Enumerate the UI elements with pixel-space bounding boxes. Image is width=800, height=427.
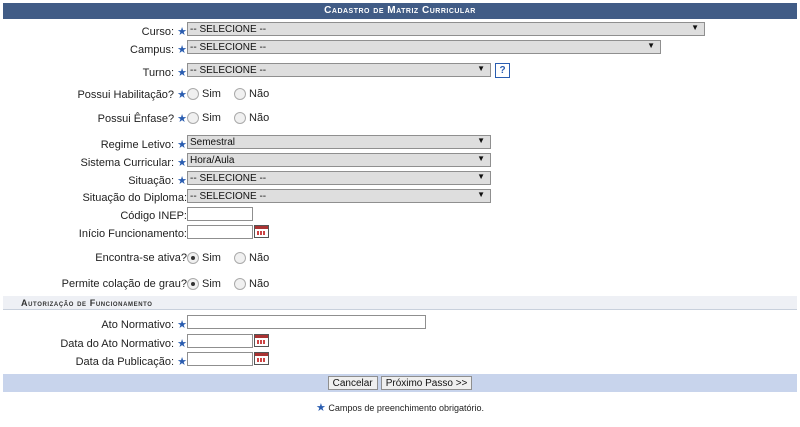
colacao-nao-radio[interactable] — [234, 278, 247, 291]
turno-label: Turno: — [142, 67, 175, 79]
codigo-inep-input[interactable] — [187, 207, 253, 221]
radio-label: Sim — [202, 88, 221, 101]
required-star-icon: ★ — [177, 356, 187, 368]
data-publicacao-label: Data da Publicação: — [75, 356, 175, 368]
ativa-nao-radio[interactable] — [234, 252, 247, 265]
form-footer: Cancelar Próximo Passo >> — [3, 374, 797, 392]
autorizacao-section-title: Autorização de Funcionamento — [3, 296, 797, 310]
row-ato-normativo: Ato Normativo: ★ — [3, 315, 797, 333]
inicio-label: Início Funcionamento: — [78, 228, 187, 240]
situacao-label: Situação: — [128, 175, 175, 187]
situacao-select[interactable]: -- SELECIONE -- — [187, 171, 491, 185]
habilitacao-sim-radio[interactable] — [187, 88, 199, 101]
row-situacao: Situação: ★ -- SELECIONE -- ▼ — [3, 171, 797, 189]
radio-label: Sim — [202, 252, 221, 265]
enfase-sim-radio[interactable] — [187, 112, 199, 125]
sistema-select[interactable]: Hora/Aula — [187, 153, 491, 167]
required-star-icon: ★ — [177, 44, 187, 56]
sistema-label: Sistema Curricular: — [80, 157, 175, 169]
calendar-icon[interactable] — [254, 334, 269, 348]
row-data-publicacao: Data da Publicação: ★ — [3, 352, 797, 370]
row-sistema: Sistema Curricular: ★ Hora/Aula ▼ — [3, 153, 797, 171]
required-star-icon: ★ — [177, 67, 187, 79]
form-caption: Cadastro de Matriz Curricular — [3, 3, 797, 19]
required-note-text: Campos de preenchimento obrigatório. — [328, 403, 484, 413]
data-ato-input[interactable] — [187, 334, 253, 348]
required-star-icon: ★ — [177, 139, 187, 151]
enfase-label: Possui Ênfase? — [97, 113, 175, 125]
help-icon[interactable]: ? — [495, 63, 510, 78]
row-colacao: Permite colação de grau? Sim Não — [3, 275, 797, 293]
radio-label: Não — [249, 252, 270, 265]
form-panel: Cadastro de Matriz Curricular Curso: ★ -… — [3, 3, 797, 392]
cancel-button[interactable]: Cancelar — [327, 376, 378, 390]
ativa-label: Encontra-se ativa? — [95, 252, 187, 264]
codigo-inep-label: Código INEP: — [120, 210, 187, 222]
row-enfase: Possui Ênfase? ★ Sim Não — [3, 109, 797, 127]
required-star-icon: ★ — [177, 319, 187, 331]
radio-label: Sim — [202, 278, 221, 291]
row-inicio: Início Funcionamento: — [3, 225, 797, 243]
required-star-icon: ★ — [177, 157, 187, 169]
regime-label: Regime Letivo: — [100, 139, 175, 151]
ativa-sim-radio[interactable] — [187, 252, 199, 265]
required-star-icon: ★ — [177, 113, 187, 125]
radio-label: Sim — [202, 112, 221, 125]
colacao-label: Permite colação de grau? — [61, 278, 187, 290]
data-ato-label: Data do Ato Normativo: — [60, 338, 175, 350]
required-star-icon: ★ — [177, 89, 187, 101]
calendar-icon[interactable] — [254, 225, 269, 239]
radio-label: Não — [249, 112, 270, 125]
required-star-icon: ★ — [316, 402, 326, 414]
required-star-icon: ★ — [177, 175, 187, 187]
row-curso: Curso: ★ -- SELECIONE -- ▼ — [3, 22, 797, 40]
radio-label: Não — [249, 88, 270, 101]
habilitacao-nao-radio[interactable] — [234, 88, 247, 101]
situacao-diploma-select[interactable]: -- SELECIONE -- — [187, 189, 491, 203]
required-star-icon: ★ — [177, 26, 187, 38]
ato-normativo-label: Ato Normativo: — [101, 319, 175, 331]
turno-select[interactable]: -- SELECIONE -- — [187, 63, 491, 77]
inicio-date-input[interactable] — [187, 225, 253, 239]
next-step-button[interactable]: Próximo Passo >> — [380, 376, 473, 390]
row-data-ato: Data do Ato Normativo: ★ — [3, 334, 797, 352]
required-note: ★ Campos de preenchimento obrigatório. — [0, 401, 800, 414]
row-situacao-diploma: Situação do Diploma: -- SELECIONE -- ▼ — [3, 189, 797, 207]
situacao-diploma-label: Situação do Diploma: — [82, 192, 187, 204]
curso-label: Curso: — [141, 26, 175, 38]
enfase-nao-radio[interactable] — [234, 112, 247, 125]
data-publicacao-input[interactable] — [187, 352, 253, 366]
required-star-icon: ★ — [177, 338, 187, 350]
row-campus: Campus: ★ -- SELECIONE -- ▼ — [3, 40, 797, 58]
row-regime: Regime Letivo: ★ Semestral ▼ — [3, 135, 797, 153]
colacao-sim-radio[interactable] — [187, 278, 199, 291]
row-ativa: Encontra-se ativa? Sim Não — [3, 249, 797, 267]
row-turno: Turno: ★ -- SELECIONE -- ▼ ? — [3, 63, 797, 81]
campus-label: Campus: — [130, 44, 175, 56]
calendar-icon[interactable] — [254, 352, 269, 366]
row-codigo-inep: Código INEP: — [3, 207, 797, 225]
row-habilitacao: Possui Habilitação? ★ Sim Não — [3, 85, 797, 103]
radio-label: Não — [249, 278, 270, 291]
campus-select[interactable]: -- SELECIONE -- — [187, 40, 661, 54]
habilitacao-label: Possui Habilitação? — [77, 89, 175, 101]
regime-select[interactable]: Semestral — [187, 135, 491, 149]
ato-normativo-input[interactable] — [187, 315, 426, 329]
curso-select[interactable]: -- SELECIONE -- — [187, 22, 705, 36]
